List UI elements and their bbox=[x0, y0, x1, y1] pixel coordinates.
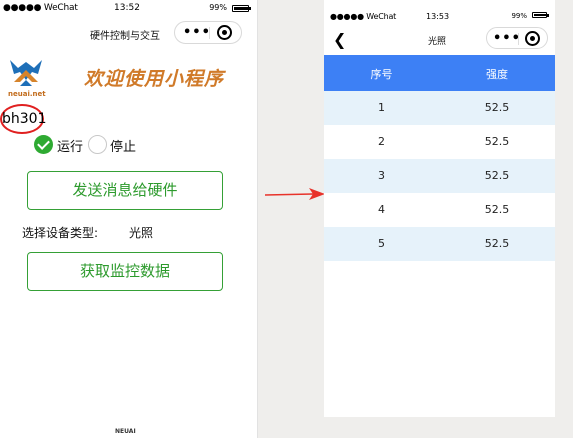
capsule-divider bbox=[209, 27, 210, 39]
row-intensity: 52.5 bbox=[484, 169, 510, 182]
more-menu-icon[interactable]: ••• bbox=[183, 25, 211, 40]
right-phone-screen: ●●●●● WeChat 13:53 99% ❮ 光照 ••• 序号 强度 1 … bbox=[324, 0, 555, 417]
page-title: 硬件控制与交互 bbox=[90, 31, 160, 42]
carrier-label: ●●●●● WeChat bbox=[330, 12, 397, 21]
send-message-button[interactable]: 发送消息给硬件 bbox=[27, 171, 223, 210]
footer-brand: NEUAI bbox=[115, 428, 136, 435]
table-header: 序号 强度 bbox=[324, 55, 555, 91]
status-bar: ●●●●● WeChat 13:53 99% bbox=[324, 0, 555, 24]
close-miniprogram-icon[interactable] bbox=[217, 25, 232, 40]
right-arrow-icon bbox=[265, 188, 325, 200]
miniprogram-capsule[interactable]: ••• bbox=[174, 21, 242, 44]
welcome-heading: 欢迎使用小程序 bbox=[84, 68, 225, 90]
logo-text: neuai.net bbox=[8, 90, 46, 98]
left-phone-screen: ●●●●● WeChat 13:52 99% 硬件控制与交互 ••• neuai… bbox=[0, 0, 258, 438]
row-index: 5 bbox=[378, 237, 385, 250]
table-row: 4 52.5 bbox=[324, 193, 555, 227]
row-intensity: 52.5 bbox=[484, 203, 510, 216]
close-miniprogram-icon[interactable] bbox=[525, 31, 540, 46]
nav-bar: ❮ 光照 ••• bbox=[324, 24, 555, 55]
device-id-label: bh301 bbox=[0, 104, 46, 134]
page-title: 光照 bbox=[428, 37, 447, 47]
battery-percent: 99% bbox=[209, 3, 227, 12]
status-time: 13:52 bbox=[114, 3, 140, 13]
miniprogram-capsule[interactable]: ••• bbox=[486, 27, 548, 49]
capsule-divider bbox=[518, 33, 519, 45]
table-row: 3 52.5 bbox=[324, 159, 555, 193]
run-radio-label[interactable]: 运行 bbox=[57, 136, 83, 155]
row-index: 4 bbox=[378, 203, 385, 216]
row-intensity: 52.5 bbox=[484, 101, 510, 114]
status-bar: ●●●●● WeChat 13:52 99% bbox=[0, 0, 257, 17]
carrier-label: ●●●●● WeChat bbox=[3, 3, 78, 13]
run-radio[interactable] bbox=[34, 135, 53, 154]
battery-icon bbox=[232, 5, 251, 12]
table-row: 1 52.5 bbox=[324, 91, 555, 125]
nav-bar: 硬件控制与交互 ••• bbox=[0, 17, 257, 47]
chevron-left-icon[interactable]: ❮ bbox=[333, 30, 346, 49]
table-row: 2 52.5 bbox=[324, 125, 555, 159]
table-row: 5 52.5 bbox=[324, 227, 555, 261]
device-type-label: 选择设备类型: bbox=[22, 226, 99, 240]
column-header-intensity: 强度 bbox=[486, 68, 508, 81]
row-intensity: 52.5 bbox=[484, 135, 510, 148]
row-index: 3 bbox=[378, 169, 385, 182]
battery-icon bbox=[532, 12, 549, 18]
row-index: 2 bbox=[378, 135, 385, 148]
column-header-index: 序号 bbox=[370, 68, 393, 81]
stop-radio[interactable] bbox=[88, 135, 107, 154]
battery-percent: 99% bbox=[511, 12, 527, 20]
row-index: 1 bbox=[378, 101, 385, 114]
more-menu-icon[interactable]: ••• bbox=[493, 31, 521, 46]
status-time: 13:53 bbox=[426, 12, 450, 21]
screenshot-stage: ●●●●● WeChat 13:52 99% 硬件控制与交互 ••• neuai… bbox=[0, 0, 573, 438]
stop-radio-label[interactable]: 停止 bbox=[110, 136, 136, 155]
row-intensity: 52.5 bbox=[484, 237, 510, 250]
device-type-picker[interactable]: 光照 bbox=[129, 224, 153, 241]
get-monitor-data-button[interactable]: 获取监控数据 bbox=[27, 252, 223, 291]
